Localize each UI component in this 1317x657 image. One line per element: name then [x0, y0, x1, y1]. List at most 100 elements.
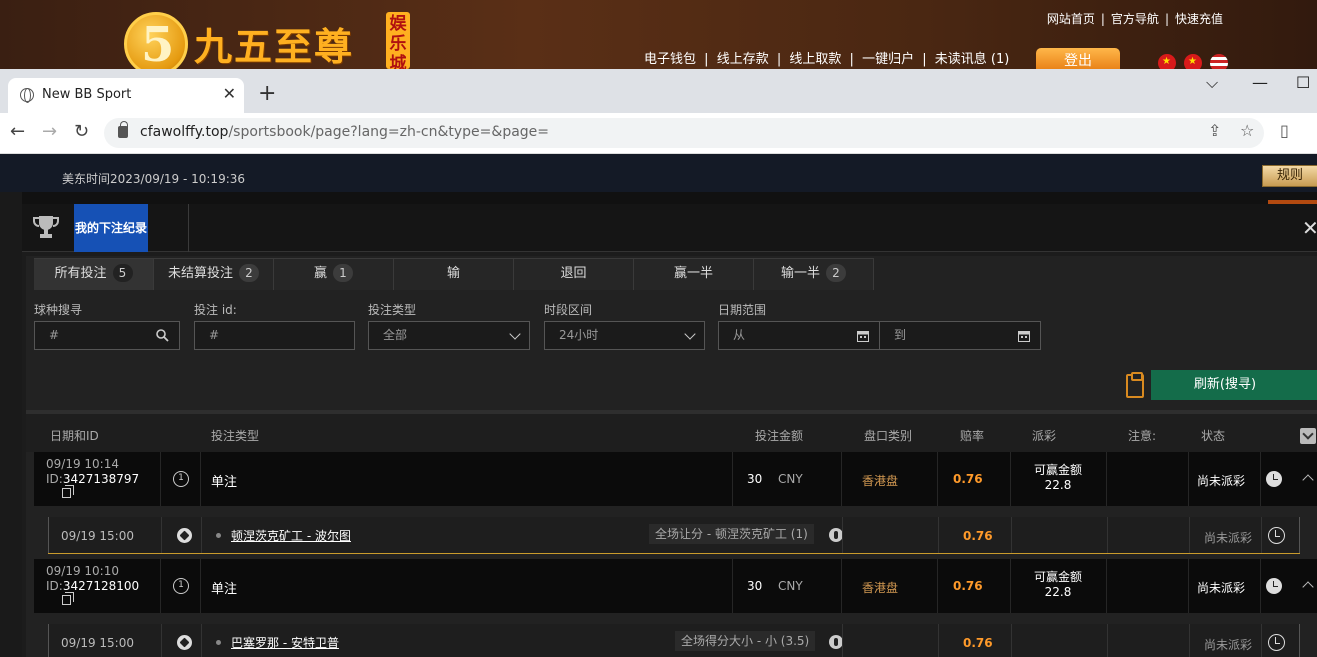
- us-flag-icon[interactable]: [1210, 54, 1228, 69]
- link-messages[interactable]: 未读讯息 (1): [935, 52, 1010, 67]
- globe-icon: [20, 88, 34, 103]
- bet-potential-win: 可赢金额 22.8: [1033, 463, 1082, 492]
- bullet-icon: [216, 533, 221, 538]
- logo-badge: 娱乐城: [386, 12, 410, 69]
- col-note: 注意:: [1128, 429, 1157, 443]
- tab-half-lost[interactable]: 输一半 2: [754, 258, 874, 290]
- chevron-up-icon[interactable]: [1302, 474, 1314, 486]
- bullet-icon: [216, 640, 221, 645]
- leg-status: 尚未派彩: [1204, 638, 1253, 652]
- bet-currency: CNY: [778, 579, 803, 593]
- browser-tab[interactable]: New BB Sport ✕: [8, 78, 244, 113]
- bet-count-icon: 1: [173, 471, 189, 487]
- date-range-label: 日期范围: [718, 303, 767, 317]
- clipboard-icon[interactable]: [1126, 372, 1144, 398]
- table-row[interactable]: 09/19 10:14 ID:3427138797 1 单注 30 CNY 香港…: [34, 452, 1317, 506]
- sport-search-input[interactable]: #: [34, 321, 180, 350]
- bet-id-label: 投注 id:: [194, 303, 237, 317]
- bet-status: 尚未派彩: [1197, 474, 1246, 488]
- copy-icon[interactable]: [62, 592, 74, 605]
- tab-title: New BB Sport: [42, 87, 132, 102]
- clock-icon: [1266, 471, 1282, 487]
- expand-all-button[interactable]: [1300, 428, 1316, 444]
- tab-unsettled[interactable]: 未结算投注 2: [154, 258, 274, 290]
- chevron-down-icon: [509, 328, 521, 340]
- bet-type-select[interactable]: 全部: [368, 321, 530, 350]
- logout-button[interactable]: 登出: [1036, 48, 1120, 69]
- col-bet-type: 投注类型: [211, 429, 260, 443]
- star-icon[interactable]: ☆: [1240, 121, 1254, 140]
- table-row[interactable]: 09/19 10:10 ID:3427128100 1 单注 30 CNY 香港…: [34, 559, 1317, 613]
- col-payout: 派彩: [1032, 429, 1057, 443]
- match-date: 09/19 15:00: [61, 636, 134, 650]
- new-tab-button[interactable]: +: [258, 81, 276, 106]
- lock-icon[interactable]: [118, 121, 128, 138]
- soccer-ball-icon: [177, 635, 192, 650]
- link-recharge[interactable]: 快速充值: [1175, 12, 1223, 26]
- link-nav[interactable]: 官方导航: [1111, 12, 1159, 26]
- bet-potential-win: 可赢金额 22.8: [1033, 570, 1082, 599]
- date-from-input[interactable]: 从: [718, 321, 880, 350]
- col-odds: 赔率: [960, 429, 985, 443]
- minimize-button[interactable]: —: [1252, 73, 1268, 92]
- info-icon[interactable]: [829, 635, 843, 649]
- tab-half-won[interactable]: 赢一半: [634, 258, 754, 290]
- bet-amount: 30: [747, 579, 763, 593]
- leg-odds: 0.76: [963, 636, 993, 650]
- bet-id-input[interactable]: #: [194, 321, 355, 350]
- filter-tabs: 所有投注 5 未结算投注 2 赢1 输 退回 赢一半 输一半 2: [34, 258, 874, 290]
- chevron-down-icon: [684, 328, 696, 340]
- tab-won[interactable]: 赢1: [274, 258, 394, 290]
- tab-refunded[interactable]: 退回: [514, 258, 634, 290]
- close-icon[interactable]: ✕: [1302, 216, 1317, 240]
- leg-market: 全场让分 - 顿涅茨克矿工 (1): [649, 524, 814, 544]
- refresh-search-button[interactable]: 刷新(搜寻): [1151, 370, 1317, 400]
- table-header: 日期和ID 投注类型 投注金额 盘口类别 赔率 派彩 注意: 状态: [26, 414, 1317, 452]
- back-icon[interactable]: ←: [10, 121, 25, 142]
- sport-search-label: 球种搜寻: [34, 303, 83, 317]
- url-input[interactable]: cfawolffy.top/sportsbook/page?lang=zh-cn…: [104, 118, 1264, 148]
- bet-date: 09/19 10:10: [46, 564, 119, 578]
- forward-icon[interactable]: →: [42, 121, 57, 142]
- address-bar: ← → ↻ cfawolffy.top/sportsbook/page?lang…: [0, 113, 1317, 154]
- match-link[interactable]: 巴塞罗那 - 安特卫普: [231, 634, 339, 651]
- list-item: 09/19 15:00 顿涅茨克矿工 - 波尔图 全场让分 - 顿涅茨克矿工 (…: [48, 517, 1300, 554]
- modal-body: 所有投注 5 未结算投注 2 赢1 输 退回 赢一半 输一半 2 球种搜寻 # 投注 …: [26, 256, 1317, 657]
- period-select[interactable]: 24小时: [544, 321, 705, 350]
- row-separator: [48, 553, 1300, 554]
- period-label: 时段区间: [544, 303, 593, 317]
- bet-currency: CNY: [778, 472, 803, 486]
- maximize-button[interactable]: ☐: [1296, 73, 1310, 92]
- logo-text[interactable]: 九五至尊: [194, 16, 354, 69]
- info-icon[interactable]: [829, 528, 843, 542]
- list-item: 09/19 15:00 巴塞罗那 - 安特卫普 全场得分大小 - 小 (3.5)…: [48, 624, 1300, 657]
- close-icon[interactable]: ✕: [223, 84, 236, 103]
- hk-flag-icon[interactable]: [1158, 54, 1176, 69]
- link-deposit[interactable]: 线上存款: [717, 52, 769, 67]
- sidepanel-icon[interactable]: ▯: [1280, 121, 1289, 140]
- link-withdraw[interactable]: 线上取款: [789, 52, 841, 67]
- tab-lost[interactable]: 输: [394, 258, 514, 290]
- count-badge: 2: [239, 264, 259, 282]
- clock-icon: [1266, 578, 1282, 594]
- link-wallet[interactable]: 电子钱包: [644, 52, 696, 67]
- eastern-time: 美东时间2023/09/19 - 10:19:36: [62, 172, 246, 186]
- col-amount: 投注金额: [755, 429, 804, 443]
- reload-icon[interactable]: ↻: [74, 121, 89, 142]
- rules-button[interactable]: 规则: [1262, 165, 1317, 187]
- copy-icon[interactable]: [62, 485, 74, 498]
- link-home[interactable]: 网站首页: [1047, 12, 1095, 26]
- cn-flag-icon[interactable]: [1184, 54, 1202, 69]
- top-links: 网站首页 | 官方导航 | 快速充值: [1046, 12, 1223, 26]
- modal-title[interactable]: 我的下注纪录: [74, 204, 148, 252]
- chevron-down-icon[interactable]: ⌵: [1206, 73, 1218, 93]
- clock-icon: [1268, 634, 1285, 651]
- chevron-up-icon[interactable]: [1302, 581, 1314, 593]
- logo-icon[interactable]: 5: [124, 12, 188, 69]
- date-to-input[interactable]: 到: [879, 321, 1041, 350]
- tab-all[interactable]: 所有投注 5: [34, 258, 154, 290]
- bet-count-icon: 1: [173, 578, 189, 594]
- share-icon[interactable]: ⇪: [1208, 121, 1221, 140]
- match-link[interactable]: 顿涅茨克矿工 - 波尔图: [231, 527, 351, 544]
- link-consolidate[interactable]: 一键归户: [862, 52, 914, 67]
